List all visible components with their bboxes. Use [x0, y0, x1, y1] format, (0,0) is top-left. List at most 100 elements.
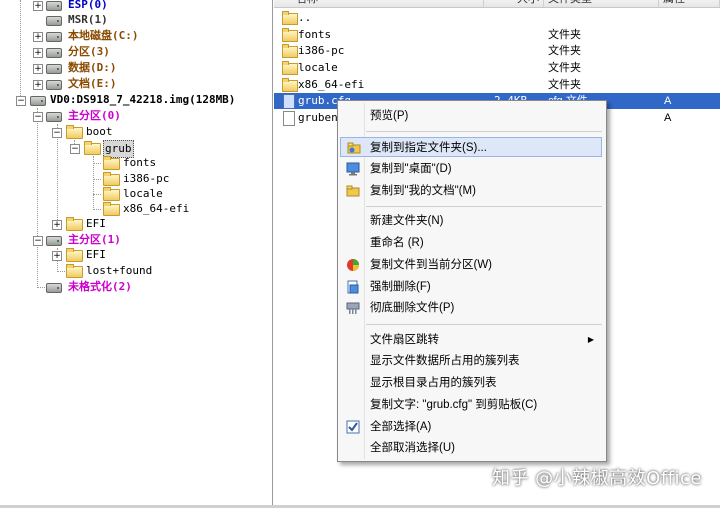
collapse-icon[interactable]: −: [52, 128, 62, 138]
menu-item-label: 新建文件夹(N): [370, 215, 444, 227]
column-header-size[interactable]: 大小: [484, 0, 544, 7]
menu-item-force-delete[interactable]: 强制删除(F): [340, 276, 602, 298]
menu-item-copy-to-folder[interactable]: 复制到指定文件夹(S)...: [340, 137, 602, 157]
file-row-i386-pc[interactable]: i386-pc 文件夹: [274, 43, 720, 59]
menu-item-label: 预览(P): [370, 110, 409, 122]
partition-icon: [46, 64, 62, 74]
menu-item-label: 强制删除(F): [370, 281, 431, 293]
collapse-icon[interactable]: −: [33, 236, 43, 246]
column-header-label: 属性: [663, 0, 685, 5]
menu-item-preview[interactable]: 预览(P): [340, 105, 602, 127]
tree-line: [93, 209, 101, 210]
tree-item-virtual-disk[interactable]: − VD0:DS918_7_42218.img(128MB): [0, 92, 272, 108]
column-header-type[interactable]: 文件类型: [544, 0, 659, 7]
file-row-fonts[interactable]: fonts 文件夹: [274, 27, 720, 43]
tree-item-label: EFI: [86, 217, 106, 230]
menu-item-label: 复制文字: "grub.cfg" 到剪贴板(C): [370, 399, 538, 411]
tree-item-drive-e[interactable]: + 文档(E:): [0, 76, 272, 92]
tree-item-primary-partition-1[interactable]: − 主分区(1): [0, 232, 272, 248]
menu-item-shred[interactable]: 彻底删除文件(P): [340, 297, 602, 319]
partition-icon: [46, 16, 62, 26]
file-list-header: 名称 大小 文件类型 属性: [274, 0, 720, 8]
tree-item-label: fonts: [123, 156, 157, 169]
partition-icon: [347, 259, 359, 271]
tree-item-efi[interactable]: + EFI: [0, 216, 272, 232]
directory-tree-panel[interactable]: + ESP(0) MSR(1) + 本地磁盘(C:) + 分区(3) + 数据(…: [0, 0, 273, 508]
folder-icon: [282, 61, 298, 75]
expand-icon[interactable]: +: [33, 1, 43, 11]
menu-item-label: 复制到"桌面"(D): [370, 163, 452, 175]
tree-item-locale[interactable]: locale: [0, 186, 272, 202]
menu-item-rename[interactable]: 重命名 (R): [340, 232, 602, 254]
tree-item-grub[interactable]: − grub: [0, 140, 272, 158]
column-header-attr[interactable]: 属性: [659, 0, 720, 7]
expand-icon[interactable]: +: [52, 220, 62, 230]
tree-item-boot[interactable]: − boot: [0, 124, 272, 140]
desktop-icon: [346, 162, 360, 176]
tree-line: [93, 179, 101, 180]
folder-icon: [282, 28, 298, 42]
tree-item-label: 数据(D:): [68, 61, 117, 74]
expand-icon[interactable]: +: [33, 64, 43, 74]
file-row-x86-64-efi[interactable]: x86_64-efi 文件夹: [274, 77, 720, 93]
checkbox-icon: [346, 420, 360, 434]
folder-icon: [66, 264, 83, 278]
column-header-name[interactable]: 名称: [274, 0, 484, 7]
tree-item-msr[interactable]: MSR(1): [0, 12, 272, 28]
menu-item-copy-to-desktop[interactable]: 复制到"桌面"(D): [340, 158, 602, 180]
menu-item-copy-to-documents[interactable]: 复制到"我的文档"(M): [340, 180, 602, 202]
tree-item-x86-64-efi[interactable]: x86_64-efi: [0, 201, 272, 217]
tree-line: [57, 271, 65, 272]
file-name: ..: [298, 11, 312, 24]
collapse-icon[interactable]: −: [16, 96, 26, 106]
column-header-label: 大小: [517, 0, 539, 5]
tree-item-i386-pc[interactable]: i386-pc: [0, 171, 272, 187]
collapse-icon[interactable]: −: [33, 112, 43, 122]
file-row-parent[interactable]: ..: [274, 10, 720, 26]
menu-item-file-cluster-list[interactable]: 显示文件数据所占用的簇列表: [340, 350, 602, 372]
tree-item-lost-found[interactable]: lost+found: [0, 263, 272, 279]
file-name: locale: [298, 61, 338, 74]
documents-folder-icon: [346, 185, 360, 197]
tree-item-label: 本地磁盘(C:): [68, 29, 139, 42]
menu-item-label: 文件扇区跳转: [370, 334, 439, 346]
expand-icon[interactable]: +: [33, 32, 43, 42]
menu-item-copy-to-partition[interactable]: 复制文件到当前分区(W): [340, 254, 602, 276]
tree-item-primary-partition-0[interactable]: − 主分区(0): [0, 108, 272, 124]
menu-item-label: 重命名 (R): [370, 237, 424, 249]
menu-item-sector-jump[interactable]: 文件扇区跳转 ▶: [340, 329, 602, 351]
file-type: 文件夹: [548, 29, 581, 41]
file-row-locale[interactable]: locale 文件夹: [274, 60, 720, 76]
menu-item-copy-text[interactable]: 复制文字: "grub.cfg" 到剪贴板(C): [340, 394, 602, 416]
folder-open-icon: [84, 141, 101, 155]
menu-item-label: 全部取消选择(U): [370, 442, 455, 454]
menu-separator: [366, 206, 602, 207]
tree-item-unformatted-2[interactable]: 未格式化(2): [0, 279, 272, 295]
file-icon: [283, 94, 295, 109]
expand-icon[interactable]: +: [33, 80, 43, 90]
tree-item-label: 主分区(1): [68, 233, 121, 246]
partition-icon: [46, 48, 62, 58]
collapse-icon[interactable]: −: [70, 144, 80, 154]
partition-icon: [46, 283, 62, 293]
disk-icon: [30, 96, 46, 106]
expand-icon[interactable]: +: [52, 251, 62, 261]
menu-item-new-folder[interactable]: 新建文件夹(N): [340, 210, 602, 232]
file-attr: A: [664, 95, 672, 107]
menu-item-deselect-all[interactable]: 全部取消选择(U): [340, 437, 602, 459]
tree-item-drive-d[interactable]: + 数据(D:): [0, 60, 272, 76]
tree-item-fonts[interactable]: fonts: [0, 155, 272, 171]
menu-item-label: 复制文件到当前分区(W): [370, 259, 493, 271]
watermark: 知乎 @小辣椒高效Office: [491, 468, 702, 489]
expand-icon[interactable]: +: [33, 48, 43, 58]
menu-item-select-all[interactable]: 全部选择(A): [340, 416, 602, 438]
menu-separator: [366, 131, 602, 132]
menu-item-label: 复制到指定文件夹(S)...: [370, 142, 487, 154]
submenu-arrow-icon: ▶: [587, 335, 594, 344]
tree-line: [37, 287, 45, 288]
folder-icon: [103, 156, 120, 170]
tree-item-drive-c[interactable]: + 本地磁盘(C:): [0, 28, 272, 44]
tree-item-efi-2[interactable]: + EFI: [0, 247, 272, 263]
menu-item-root-cluster-list[interactable]: 显示根目录占用的簇列表: [340, 372, 602, 394]
tree-item-partition-3[interactable]: + 分区(3): [0, 44, 272, 60]
